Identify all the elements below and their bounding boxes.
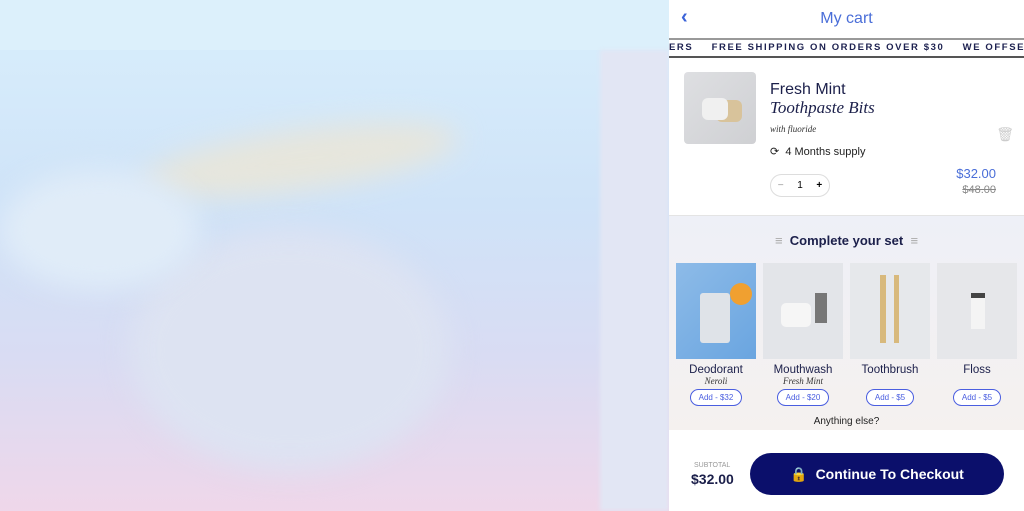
floss-image [937,263,1017,359]
blurred-header [0,0,669,50]
add-mouthwash-button[interactable]: Add - $20 [776,389,830,406]
ticker-text: WE OFFSET EMIS [962,42,1024,53]
blurred-product-details [600,50,669,511]
product-name: Deodorant [689,364,743,376]
ticker-text: ERS [669,42,694,53]
cart-title: My cart [820,10,873,27]
ticker-text: FREE SHIPPING ON ORDERS OVER $30 [711,42,945,53]
anything-else-heading: Anything else? [813,416,880,427]
quantity-value: 1 [797,180,803,191]
product-sub: Neroli [704,376,728,386]
promo-ticker: ERS FREE SHIPPING ON ORDERS OVER $30 WE … [669,38,1024,58]
subtotal-value: $32.00 [691,471,734,487]
upsell-card: Deodorant Neroli Add - $32 [676,263,756,406]
upsell-card: Mouthwash Fresh Mint Add - $20 [763,263,843,406]
product-name: Mouthwash [773,364,833,376]
price: $32.00 [956,166,996,181]
product-name: Fresh Mint [770,81,846,98]
cart-drawer: ‹ My cart ERS FREE SHIPPING ON ORDERS OV… [669,0,1024,511]
product-name: Toothbrush [861,364,919,376]
refresh-icon: ⟳ [770,146,780,158]
quantity-stepper[interactable]: − 1 + [770,174,830,197]
lock-icon: 🔒 [790,465,808,482]
upsell-card: Toothbrush Add - $5 [850,263,930,406]
subtotal-label: SUBTOTAL [694,462,731,469]
product-variant: with fluoride [770,124,817,134]
product-thumbnail [684,72,756,144]
blurred-page-background [0,0,669,511]
upsell-heading-text: Complete your set [789,233,904,248]
back-chevron-icon[interactable]: ‹ [681,6,688,29]
add-floss-button[interactable]: Add - $5 [952,389,1002,406]
complete-your-set: ≡ Complete your set ≡ Deodorant Neroli A… [669,215,1024,430]
add-deodorant-button[interactable]: Add - $32 [689,389,743,406]
supply-info: ⟳ 4 Months supply [770,145,865,158]
checkout-label: Continue To Checkout [815,466,964,482]
checkout-button[interactable]: 🔒 Continue To Checkout [750,453,1004,495]
increase-button[interactable]: + [816,180,822,191]
deodorant-image [676,263,756,359]
product-sub [850,376,930,387]
product-sub [937,376,1017,387]
product-sub: Fresh Mint [783,376,823,386]
product-name: Floss [963,364,991,376]
toothbrush-image [850,263,930,359]
upsell-heading: ≡ Complete your set ≡ [774,233,919,248]
supply-text: 4 Months supply [785,146,866,158]
mouthwash-image [763,263,843,359]
trash-icon[interactable]: 🗑 [996,126,1014,143]
product-subname: Toothpaste Bits [770,98,875,117]
cart-footer: SUBTOTAL $32.00 🔒 Continue To Checkout [669,430,1024,511]
add-toothbrush-button[interactable]: Add - $5 [865,389,915,406]
upsell-card: Floss Add - $5 [937,263,1017,406]
original-price: $48.00 [962,184,996,196]
decrease-button[interactable]: − [778,180,784,191]
